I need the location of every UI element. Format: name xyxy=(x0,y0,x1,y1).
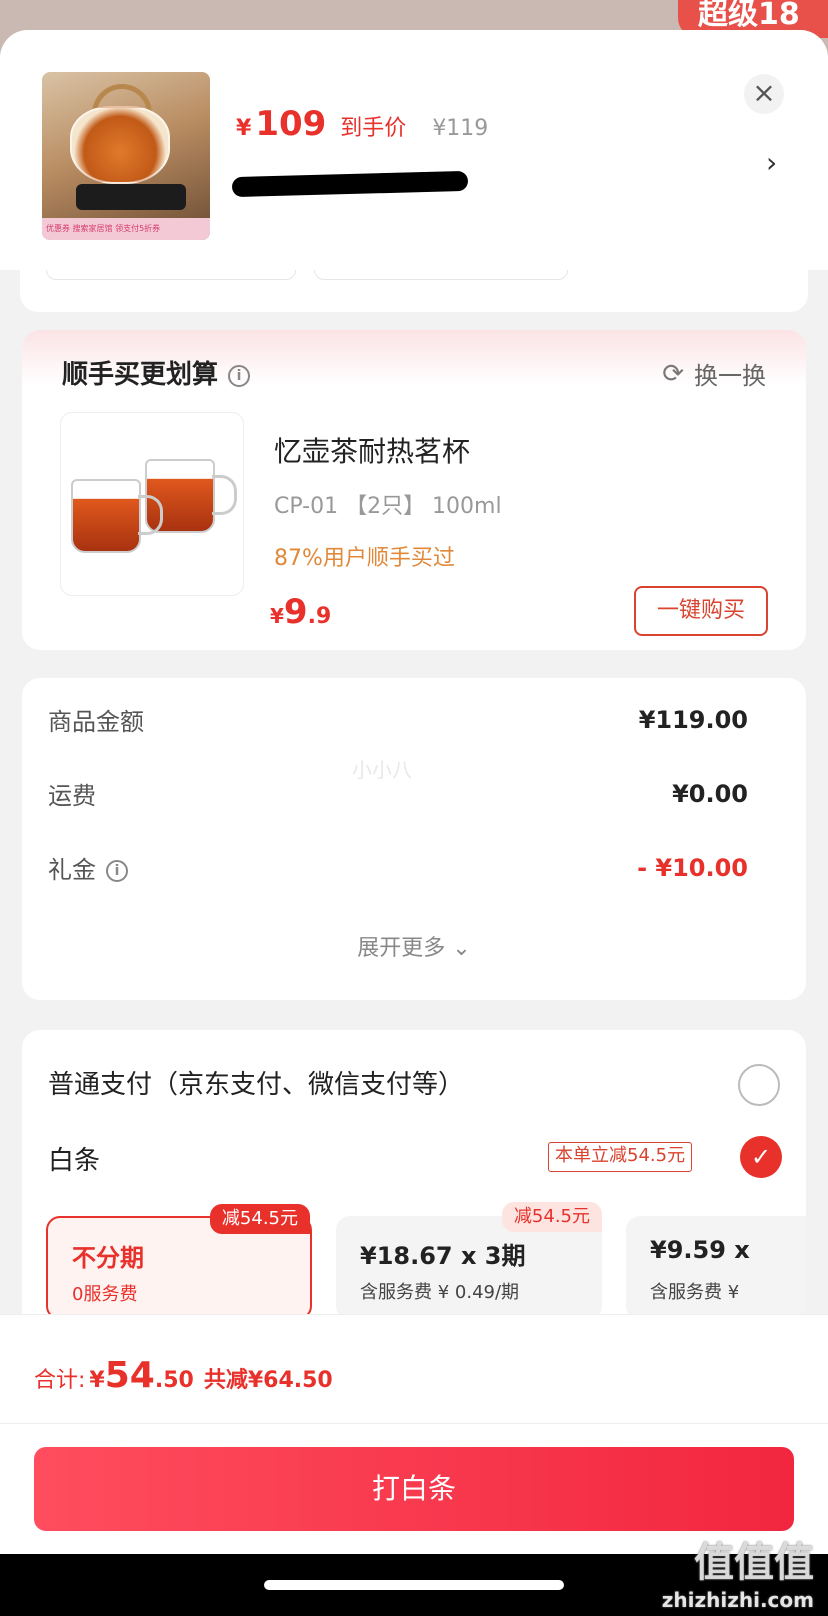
summary-value: ¥119.00 xyxy=(638,705,748,734)
total-label: 合计: xyxy=(34,1368,86,1393)
recommend-product-spec: CP-01 【2只】 100ml xyxy=(274,494,502,519)
recommend-product-image[interactable] xyxy=(60,412,244,596)
chevron-right-icon[interactable]: › xyxy=(766,146,777,179)
recommend-title: 顺手买更划算 i xyxy=(62,354,251,391)
baitiao-payment-label[interactable]: 白条 xyxy=(48,1140,100,1177)
plan-fee: 含服务费 ¥ xyxy=(650,1282,740,1303)
recommend-title-text: 顺手买更划算 xyxy=(62,360,219,390)
recommend-product-price: ¥9.9 xyxy=(270,592,331,632)
info-icon[interactable]: i xyxy=(228,364,251,387)
close-button[interactable]: × xyxy=(744,74,784,114)
plan-discount-tag: 减54.5元 xyxy=(501,1202,602,1232)
stove-shape xyxy=(76,184,186,210)
sku-options-strip xyxy=(20,270,808,312)
plan-title: ¥9.59 x xyxy=(650,1236,750,1264)
normal-payment-radio[interactable] xyxy=(738,1064,780,1106)
payment-card: 普通支付（京东支付、微信支付等） 白条 本单立减54.5元 ✓ 减54.5元 不… xyxy=(22,1030,806,1350)
total-dec: .50 xyxy=(154,1368,194,1393)
total-yen: ¥ xyxy=(89,1368,105,1393)
final-price-label: 到手价 xyxy=(340,116,407,141)
pay-baitiao-button[interactable]: 打白条 xyxy=(34,1447,794,1531)
product-price-row: ¥ 109 到手价 ¥119 xyxy=(236,104,488,144)
summary-row-goods: 商品金额 ¥119.00 xyxy=(48,702,748,737)
plan-fee: 0服务费 xyxy=(72,1284,138,1305)
summary-value: - ¥10.00 xyxy=(637,853,748,882)
installment-plan-3[interactable]: 减54.5元 ¥18.67 x 3期 含服务费 ¥ 0.49/期 xyxy=(336,1202,602,1320)
info-icon[interactable]: i xyxy=(106,860,128,882)
original-price: ¥119 xyxy=(432,116,489,141)
cup-shape xyxy=(71,479,163,553)
total-saving: 共减¥64.50 xyxy=(203,1368,333,1393)
expand-more-button[interactable]: 展开更多 ⌄ xyxy=(22,930,806,962)
plan-title: 不分期 xyxy=(72,1244,144,1272)
installment-plan-6[interactable]: ¥9.59 x 含服务费 ¥ xyxy=(626,1216,806,1320)
summary-label: 运费 xyxy=(48,782,96,810)
product-header: 优惠券 搜索家居馆 领支付5折券 ¥ 109 到手价 ¥119 × › xyxy=(0,30,828,270)
home-indicator[interactable] xyxy=(264,1580,564,1590)
baitiao-promo-tag: 本单立减54.5元 xyxy=(548,1142,693,1172)
recommend-price-dec: .9 xyxy=(307,604,332,629)
baitiao-check-icon[interactable]: ✓ xyxy=(740,1136,782,1178)
final-price: 109 xyxy=(255,104,327,144)
product-thumbnail[interactable]: 优惠券 搜索家居馆 领支付5折券 xyxy=(42,72,210,240)
recommend-card: 顺手买更划算 i ⟳ 换一换 忆壶茶耐热茗杯 CP-01 【2只】 100ml 8… xyxy=(22,330,806,650)
recommend-product-name[interactable]: 忆壶茶耐热茗杯 xyxy=(274,430,470,470)
price-yen: ¥ xyxy=(236,116,252,141)
summary-label: 礼金 i xyxy=(48,850,128,885)
total-int: 54 xyxy=(104,1355,155,1396)
one-click-buy-button[interactable]: 一键购买 xyxy=(634,586,768,636)
plan-title: ¥18.67 x 3期 xyxy=(360,1242,526,1270)
sku-option[interactable] xyxy=(314,270,568,280)
recommend-price-yen: ¥ xyxy=(270,604,284,628)
summary-row-gift: 礼金 i - ¥10.00 xyxy=(48,850,748,885)
recommend-price-int: 9 xyxy=(283,592,308,632)
price-summary-card: 商品金额 ¥119.00 运费 ¥0.00 礼金 i - ¥10.00 小小八 展… xyxy=(22,678,806,1000)
total-price: 合计: ¥ 54 .50 共减¥64.50 xyxy=(34,1355,333,1396)
user-watermark: 小小八 xyxy=(352,758,412,782)
normal-payment-label[interactable]: 普通支付（京东支付、微信支付等） xyxy=(48,1064,464,1101)
summary-label: 商品金额 xyxy=(48,708,144,736)
installment-plan-none[interactable]: 减54.5元 不分期 0服务费 xyxy=(46,1204,312,1320)
thumbnail-promo-strip: 优惠券 搜索家居馆 领支付5折券 xyxy=(42,218,210,240)
site-watermark: 值值值 zhizhizhi.com xyxy=(662,1530,814,1612)
plan-discount-tag: 减54.5元 xyxy=(209,1204,310,1234)
footer-divider xyxy=(0,1423,828,1424)
refresh-icon: ⟳ xyxy=(662,358,684,389)
kettle-shape xyxy=(70,106,170,184)
redacted-product-title xyxy=(231,170,469,198)
sku-option[interactable] xyxy=(46,270,296,280)
gift-label-text: 礼金 xyxy=(48,856,96,884)
recommend-product-stat: 87%用户顺手买过 xyxy=(274,546,455,571)
site-watermark-logo: 值值值 xyxy=(694,1540,814,1586)
plan-fee: 含服务费 ¥ 0.49/期 xyxy=(360,1282,520,1303)
refresh-label: 换一换 xyxy=(694,362,766,390)
refresh-button[interactable]: ⟳ 换一换 xyxy=(662,356,766,391)
site-watermark-url: zhizhizhi.com xyxy=(661,1588,814,1612)
summary-value: ¥0.00 xyxy=(672,779,748,808)
